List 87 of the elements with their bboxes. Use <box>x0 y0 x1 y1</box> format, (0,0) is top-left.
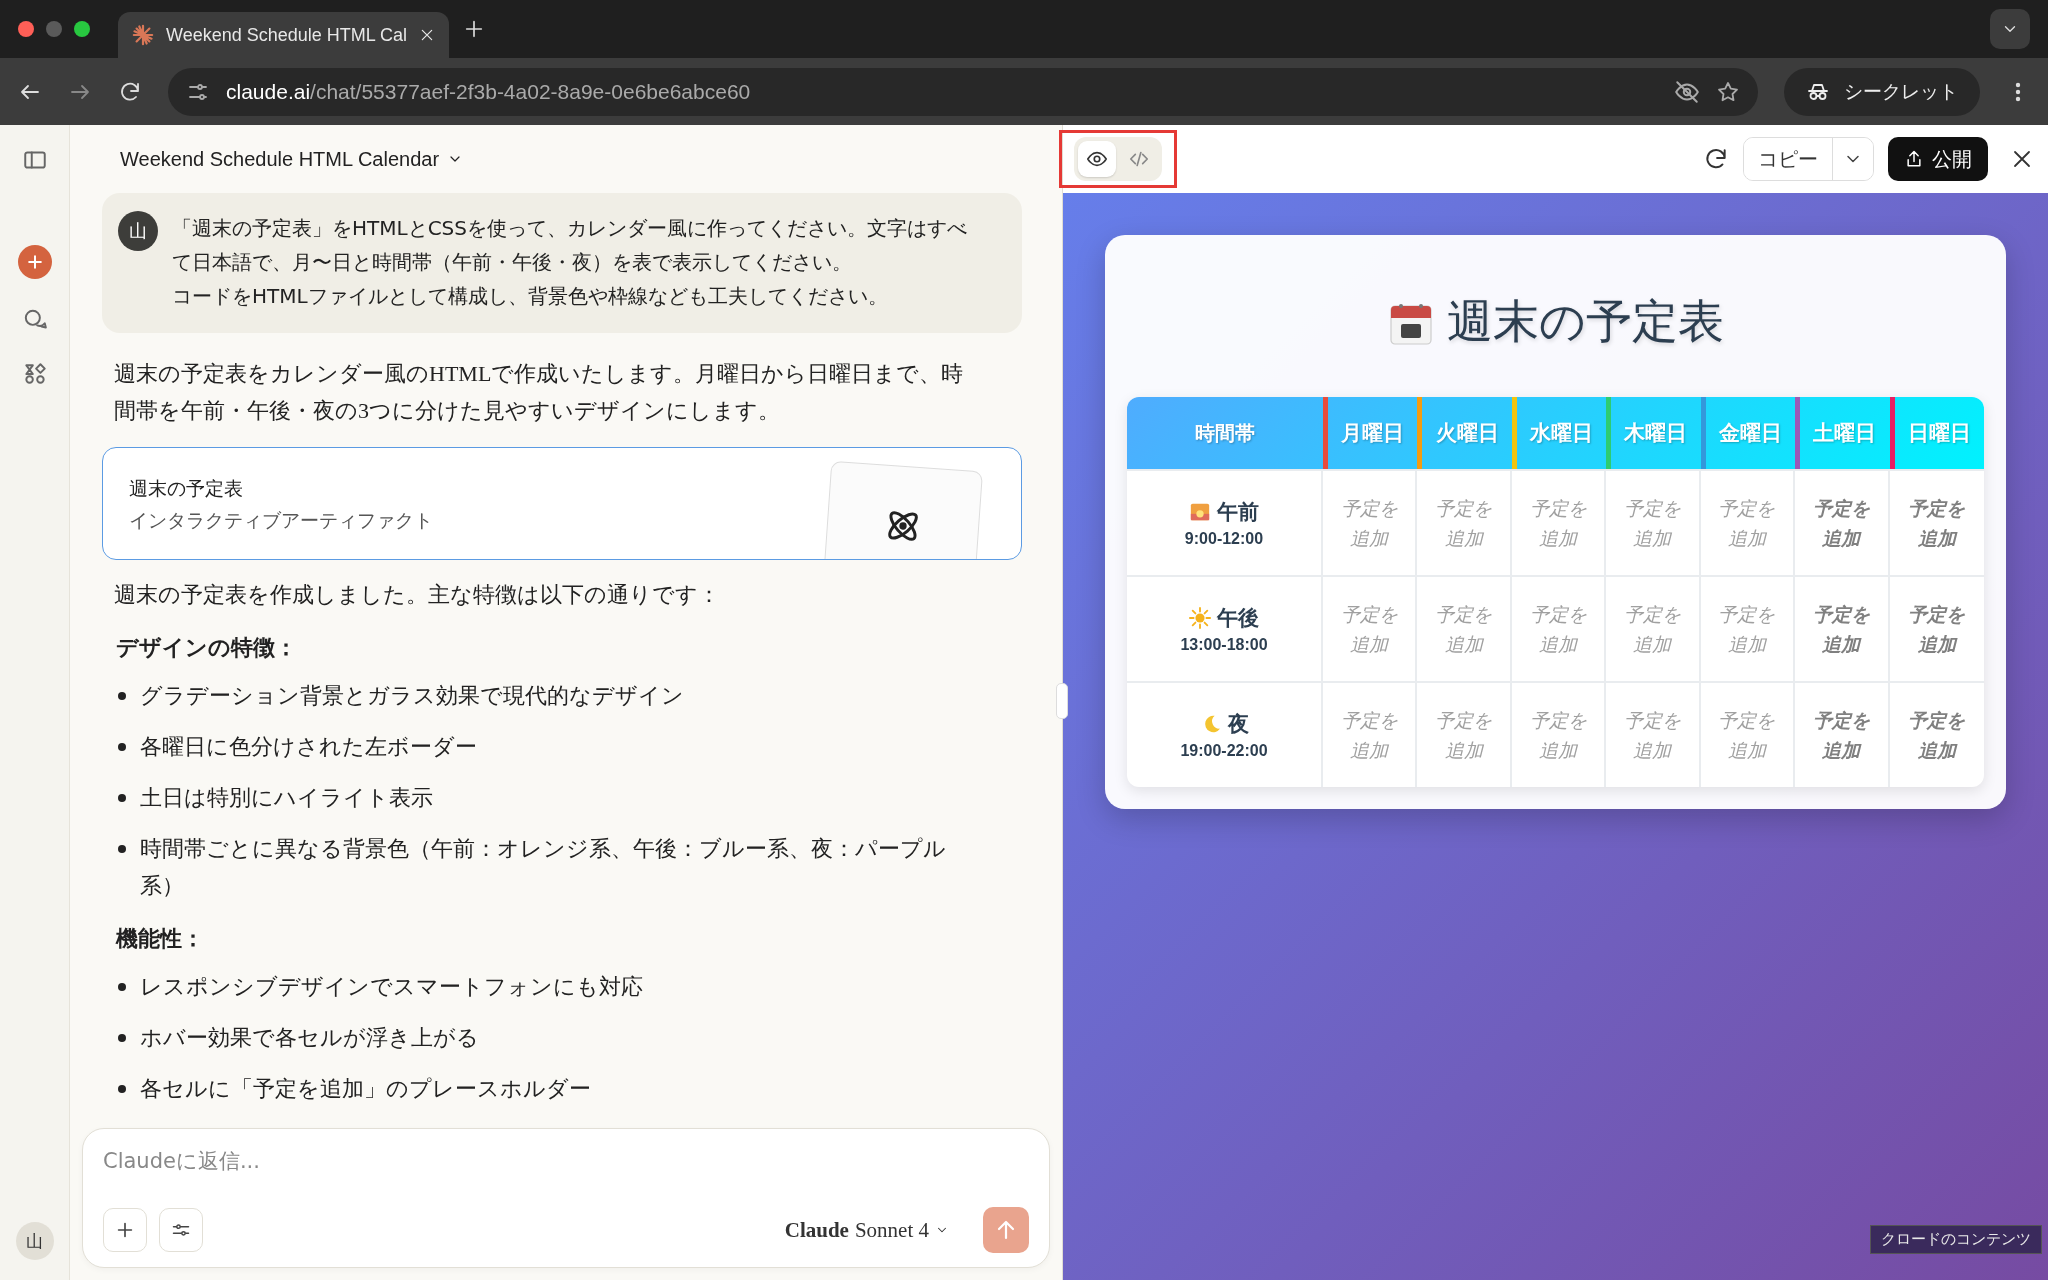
sunrise-icon <box>1189 501 1211 523</box>
page-title: 週末の予定表 <box>1447 293 1724 350</box>
tools-button[interactable] <box>159 1208 203 1252</box>
assistant-paragraph: 週末の予定表をカレンダー風のHTMLで作成いたします。月曜日から日曜日まで、時間帯を午前・午後・夜の3つに分けた見やすいデザインにします。 <box>114 360 965 425</box>
preview-mode-button[interactable] <box>1078 141 1116 177</box>
sun-icon <box>1189 607 1211 629</box>
day-header: 木曜日 <box>1623 420 1689 446</box>
reply-input[interactable]: Claudeに返信... <box>103 1149 1029 1173</box>
list-item: グラデーション背景とガラス効果で現代的なデザイン <box>140 682 684 710</box>
schedule-cell[interactable]: 予定を追加 <box>1606 577 1701 681</box>
schedule-cell[interactable]: 予定を追加 <box>1700 683 1796 787</box>
time-slot-name: 夜 <box>1227 711 1249 737</box>
bullet-icon <box>118 845 126 853</box>
user-avatar: 山 <box>118 211 158 251</box>
schedule-cell[interactable]: 予定を追加 <box>1417 683 1512 787</box>
resize-handle[interactable] <box>1056 683 1068 719</box>
schedule-cell[interactable]: 予定を追加 <box>1606 683 1701 787</box>
user-message: コードをHTMLファイルとして構成し、背景色や枠線なども工夫してください。 <box>172 283 889 310</box>
list-item: 時間帯ごとに異なる背景色（午前：オレンジ系、午後：ブルー系、夜：パープル系） <box>140 835 947 900</box>
bullet-icon <box>118 692 126 700</box>
schedule-cell[interactable]: 予定を追加 <box>1511 471 1607 575</box>
address-bar[interactable]: claude.ai/chat/55377aef-2f3b-4a02-8a9e-0e6be6abce60 <box>168 67 1758 116</box>
list-item: ホバー効果で各セルが浮き上がる <box>140 1024 479 1052</box>
schedule-cell[interactable]: 予定を追加 <box>1417 471 1512 575</box>
chat-title-menu[interactable]: Weekend Schedule HTML Calendar <box>120 147 464 171</box>
schedule-cell[interactable]: 予定を追加 <box>1889 471 1984 575</box>
schedule-cell[interactable]: 予定を追加 <box>1511 683 1607 787</box>
schedule-cell[interactable]: 予定を追加 <box>1606 471 1701 575</box>
incognito-button[interactable]: シークレット <box>1784 67 1980 116</box>
add-button[interactable] <box>103 1208 147 1252</box>
bullet-icon <box>118 983 126 991</box>
publish-button[interactable]: 公開 <box>1888 137 1988 181</box>
schedule-cell[interactable]: 予定を追加 <box>1323 471 1418 575</box>
close-window-button[interactable] <box>18 21 34 37</box>
day-header: 日曜日 <box>1906 420 1972 446</box>
eye-off-icon[interactable] <box>1674 78 1700 105</box>
artifact-subtitle: インタラクティブアーティファクト <box>129 507 433 533</box>
schedule-cell[interactable]: 予定を追加 <box>1323 577 1418 681</box>
content-label: クロードのコンテンツ <box>1870 1225 2042 1254</box>
list-item: 各曜日に色分けされた左ボーダー <box>140 733 477 761</box>
schedule-cell[interactable]: 予定を追加 <box>1323 683 1418 787</box>
day-header: 土曜日 <box>1812 420 1878 446</box>
bullet-icon <box>118 743 126 751</box>
day-header: 水曜日 <box>1528 420 1595 446</box>
time-range: 13:00-18:00 <box>1180 636 1268 654</box>
column-header: 時間帯 <box>1194 420 1256 446</box>
tab-title: Weekend Schedule HTML Cal <box>166 24 408 46</box>
user-message: 「週末の予定表」をHTMLとCSSを使って、カレンダー風に作ってください。文字はすべて日本語で、月〜日と時間帯（午前・午後・夜）を表で表示してください。 <box>172 215 968 276</box>
maximize-window-button[interactable] <box>74 21 90 37</box>
list-item: レスポンシブデザインでスマートフォンにも対応 <box>140 973 643 1001</box>
share-icon <box>1904 149 1924 169</box>
bullet-icon <box>118 1034 126 1042</box>
schedule-cell[interactable]: 予定を追加 <box>1889 577 1984 681</box>
url-text: claude.ai/chat/55377aef-2f3b-4a02-8a9e-0e6be6abce60 <box>226 79 752 104</box>
schedule-cell[interactable]: 予定を追加 <box>1700 577 1796 681</box>
model-selector[interactable]: Claude Sonnet 4 <box>778 1216 955 1244</box>
profile-avatar[interactable]: 山 <box>15 1222 54 1260</box>
star-icon[interactable] <box>1716 79 1740 104</box>
new-chat-button[interactable] <box>17 245 52 279</box>
day-header: 月曜日 <box>1340 420 1406 446</box>
time-range: 19:00-22:00 <box>1180 742 1268 760</box>
schedule-cell[interactable]: 予定を追加 <box>1700 471 1796 575</box>
schedule-cell[interactable]: 予定を追加 <box>1417 577 1512 681</box>
list-item: 土日は特別にハイライト表示 <box>140 784 433 812</box>
day-header: 金曜日 <box>1717 420 1783 446</box>
time-slot-name: 午前 <box>1217 499 1259 525</box>
time-range: 9:00-12:00 <box>1184 530 1264 548</box>
day-header: 火曜日 <box>1434 420 1500 446</box>
artifact-title: 週末の予定表 <box>129 475 244 501</box>
copy-button[interactable]: コピー <box>1744 138 1833 180</box>
schedule-cell[interactable]: 予定を追加 <box>1795 683 1890 787</box>
section-heading: デザインの特徴： <box>116 634 298 662</box>
schedule-cell[interactable]: 予定を追加 <box>1889 683 1984 787</box>
assistant-paragraph: 週末の予定表を作成しました。主な特徴は以下の通りです： <box>114 581 721 609</box>
bullet-icon <box>118 1085 126 1093</box>
minimize-window-button[interactable] <box>46 21 62 37</box>
section-heading: 機能性： <box>116 925 205 953</box>
time-slot-name: 午後 <box>1217 605 1259 631</box>
schedule-cell[interactable]: 予定を追加 <box>1511 577 1607 681</box>
list-item: 各セルに「予定を追加」のプレースホルダー <box>140 1075 591 1103</box>
artifact-card[interactable]: 週末の予定表 インタラクティブアーティファクト <box>102 447 1022 560</box>
browser-tab[interactable]: Weekend Schedule HTML Cal <box>118 12 450 58</box>
reply-composer[interactable]: Claudeに返信... Claude Sonnet 4 <box>82 1128 1050 1268</box>
starburst-icon <box>132 24 154 46</box>
schedule-cell[interactable]: 予定を追加 <box>1795 577 1890 681</box>
schedule-cell[interactable]: 予定を追加 <box>1795 471 1890 575</box>
bullet-icon <box>118 794 126 802</box>
